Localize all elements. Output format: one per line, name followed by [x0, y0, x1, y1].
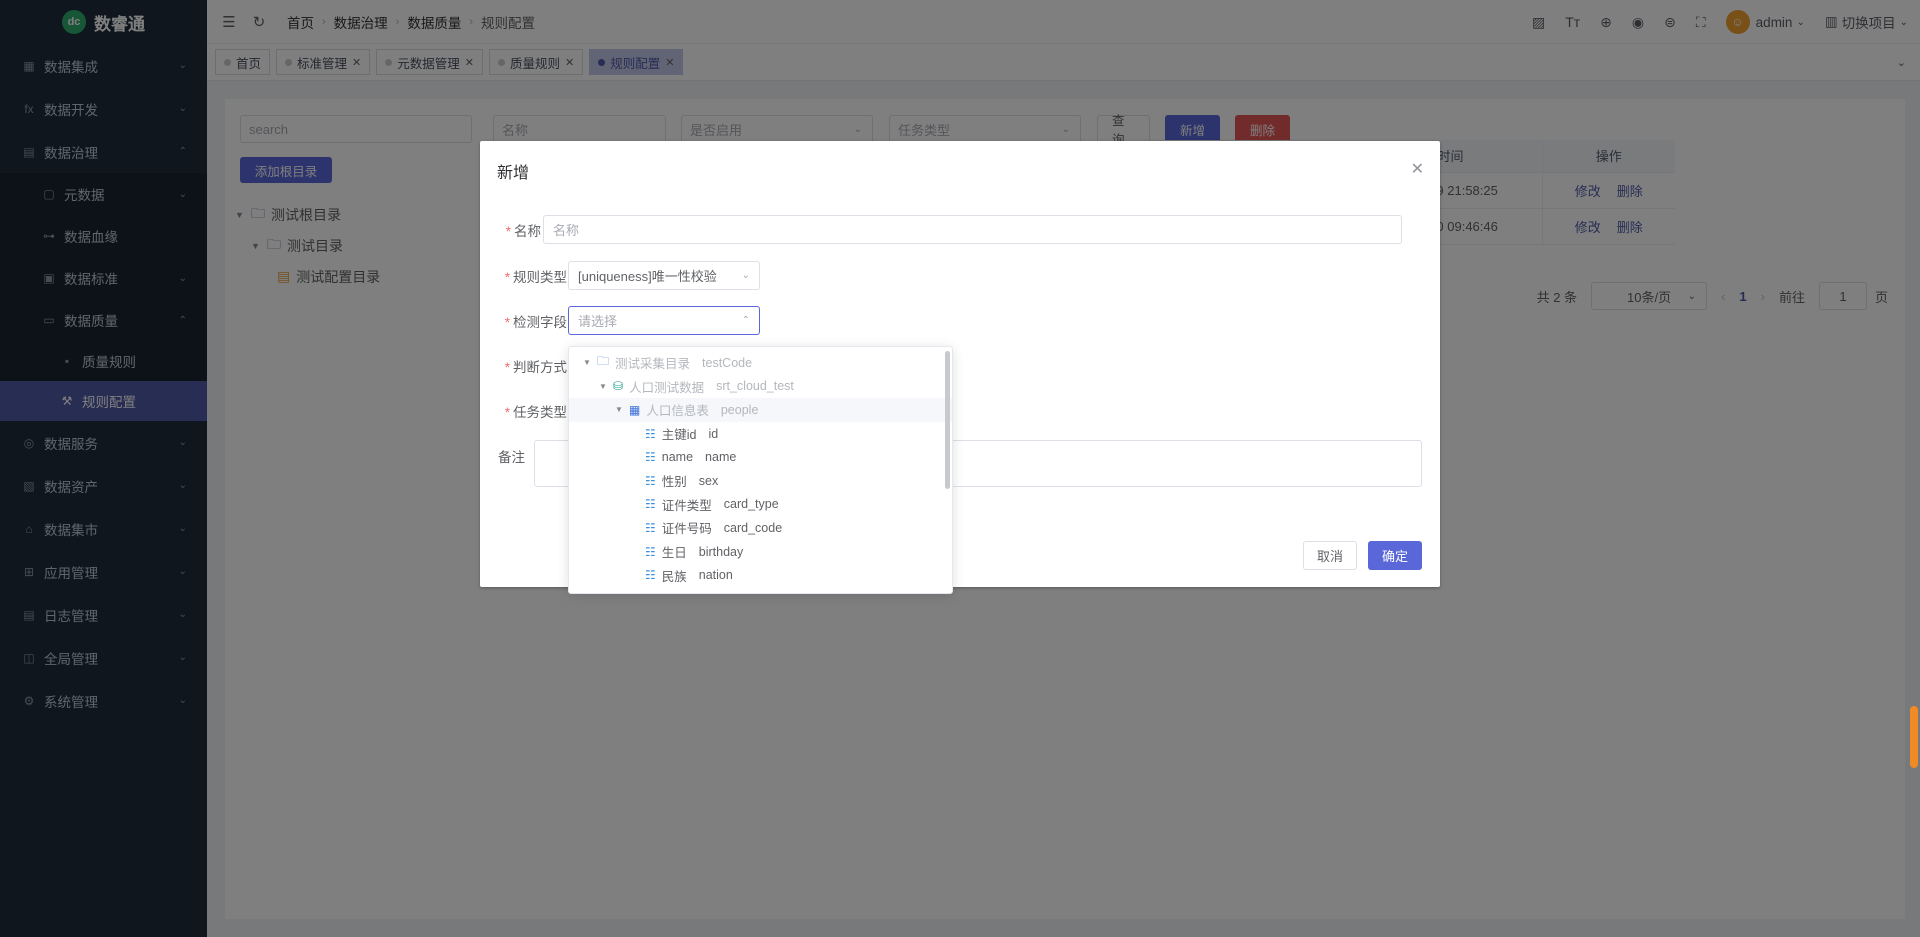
caret-down-icon[interactable]: ▼	[615, 405, 625, 414]
node-name: 性别	[661, 475, 687, 490]
node-name: 人口信息表	[646, 404, 709, 419]
node-code: name	[705, 450, 737, 465]
node-code: srt_cloud_test	[716, 379, 794, 394]
field-tree: ▼ 🗀 测试采集目录 testCode ▼ ⛁ 人口测试数据 srt_cloud_test ▼ ▦…	[569, 347, 952, 587]
node-code: id	[708, 426, 719, 441]
confirm-button[interactable]: 确定	[1368, 541, 1422, 570]
node-code: sex	[698, 473, 719, 488]
node-code: nation	[698, 568, 733, 583]
node-name: 人口测试数据	[629, 380, 705, 395]
remark-label: 备注	[498, 450, 525, 465]
node-name: 测试采集目录	[615, 357, 691, 372]
table-icon: ▦	[629, 402, 641, 417]
node-name: 证件号码	[661, 522, 712, 537]
page-scrollbar[interactable]	[1910, 706, 1918, 768]
check-field-placeholder: 请选择	[578, 314, 618, 329]
node-name: 主键id	[661, 428, 697, 443]
field-icon: ☷	[645, 473, 656, 488]
field-icon: ☷	[645, 450, 656, 465]
rule-type-value: [uniqueness]唯一性校验	[578, 269, 717, 284]
rule-type-label: * 规则类型	[504, 270, 567, 285]
node-name: 生日	[661, 546, 687, 561]
node-code: birthday	[698, 544, 744, 559]
rule-type-select[interactable]: [uniqueness]唯一性校验 ⌄	[568, 261, 760, 290]
field-icon: ☷	[645, 520, 656, 535]
close-icon[interactable]: ✕	[1411, 159, 1424, 179]
caret-down-icon[interactable]: ▼	[583, 358, 593, 367]
field-tree-dropdown: ▼ 🗀 测试采集目录 testCode ▼ ⛁ 人口测试数据 srt_cloud_test ▼ ▦…	[568, 346, 953, 594]
task-type-label: * 任务类型	[504, 405, 567, 420]
dialog-title: 新增	[497, 165, 530, 182]
folder-icon: 🗀	[597, 354, 610, 369]
field-tree-node[interactable]: ☷ 证件类型 card_type	[569, 493, 952, 517]
field-tree-node[interactable]: ▼ ▦ 人口信息表 people	[569, 398, 952, 422]
node-code: testCode	[702, 355, 753, 370]
node-code: people	[720, 402, 759, 417]
field-tree-node[interactable]: ☷ 证件号码 card_code	[569, 516, 952, 540]
chevron-down-icon: ⌄	[741, 270, 750, 281]
check-field-label: * 检测字段	[504, 315, 567, 330]
check-field-select[interactable]: 请选择 ⌃	[568, 306, 760, 335]
cancel-button[interactable]: 取消	[1303, 541, 1357, 570]
field-tree-node[interactable]: ▼ 🗀 测试采集目录 testCode	[569, 351, 952, 375]
database-icon: ⛁	[613, 379, 624, 394]
field-tree-node[interactable]: ☷ name name	[569, 445, 952, 469]
field-icon: ☷	[645, 544, 656, 559]
chevron-up-icon: ⌃	[741, 315, 750, 326]
node-code: card_code	[723, 520, 783, 535]
node-name: name	[661, 450, 694, 465]
node-name: 民族	[661, 569, 687, 584]
field-tree-node[interactable]: ☷ 民族 nation	[569, 563, 952, 587]
caret-down-icon[interactable]: ▼	[599, 382, 609, 391]
node-name: 证件类型	[661, 498, 712, 513]
judge-method-label: * 判断方式	[504, 360, 567, 375]
field-tree-node[interactable]: ▼ ⛁ 人口测试数据 srt_cloud_test	[569, 375, 952, 399]
dropdown-scrollbar[interactable]	[945, 351, 950, 489]
field-icon: ☷	[645, 426, 656, 441]
field-tree-node[interactable]: ☷ 主键id id	[569, 422, 952, 446]
field-icon: ☷	[645, 568, 656, 583]
field-icon: ☷	[645, 497, 656, 512]
node-code: card_type	[723, 497, 779, 512]
field-tree-node[interactable]: ☷ 生日 birthday	[569, 540, 952, 564]
name-input[interactable]: 名称	[543, 215, 1402, 244]
field-tree-node[interactable]: ☷ 性别 sex	[569, 469, 952, 493]
name-label: * 名称	[505, 224, 541, 239]
